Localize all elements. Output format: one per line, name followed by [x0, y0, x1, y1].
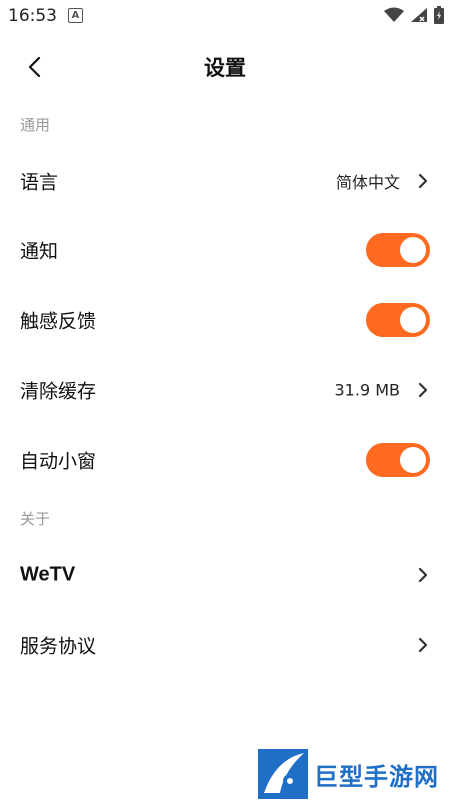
watermark-logo-icon [258, 749, 308, 799]
chevron-right-icon [418, 637, 428, 653]
status-bar: 16:53 A [0, 0, 450, 32]
signal-icon [411, 8, 427, 22]
section-label-about: 关于 [20, 510, 51, 528]
haptic-row: 触感反馈 [0, 290, 450, 350]
haptic-toggle[interactable] [366, 303, 430, 337]
toggle-knob [400, 237, 426, 263]
notifications-label: 通知 [20, 240, 59, 263]
language-value: 简体中文 [335, 173, 400, 192]
language-label: 语言 [20, 171, 59, 194]
wetv-row[interactable]: WeTV [0, 545, 450, 605]
status-icons [384, 6, 444, 24]
wifi-icon [384, 7, 404, 22]
clear-cache-row[interactable]: 清除缓存 31.9 MB [0, 360, 450, 420]
chevron-right-icon [418, 382, 428, 398]
pip-toggle[interactable] [366, 443, 430, 477]
battery-icon [434, 6, 444, 24]
toggle-knob [400, 447, 426, 473]
language-row[interactable]: 语言 简体中文 [0, 151, 450, 211]
wetv-label: WeTV [20, 563, 76, 586]
clear-cache-label: 清除缓存 [20, 380, 97, 403]
watermark-text: 巨型手游网 [314, 762, 439, 791]
toggle-knob [400, 307, 426, 333]
cache-size-value: 31.9 MB [334, 380, 401, 400]
section-label-general: 通用 [20, 116, 51, 134]
watermark: 巨型手游网 [258, 748, 448, 800]
notification-a-icon: A [68, 8, 83, 23]
notifications-toggle[interactable] [366, 233, 430, 267]
status-time: 16:53 [8, 6, 57, 26]
terms-row[interactable]: 服务协议 [0, 615, 450, 675]
pip-label: 自动小窗 [20, 450, 97, 473]
notifications-row: 通知 [0, 220, 450, 280]
header: 设置 [0, 40, 450, 92]
chevron-right-icon [418, 173, 428, 189]
pip-row: 自动小窗 [0, 430, 450, 490]
haptic-label: 触感反馈 [20, 310, 97, 333]
page-title: 设置 [204, 56, 246, 80]
terms-label: 服务协议 [20, 635, 97, 658]
chevron-right-icon [418, 567, 428, 583]
